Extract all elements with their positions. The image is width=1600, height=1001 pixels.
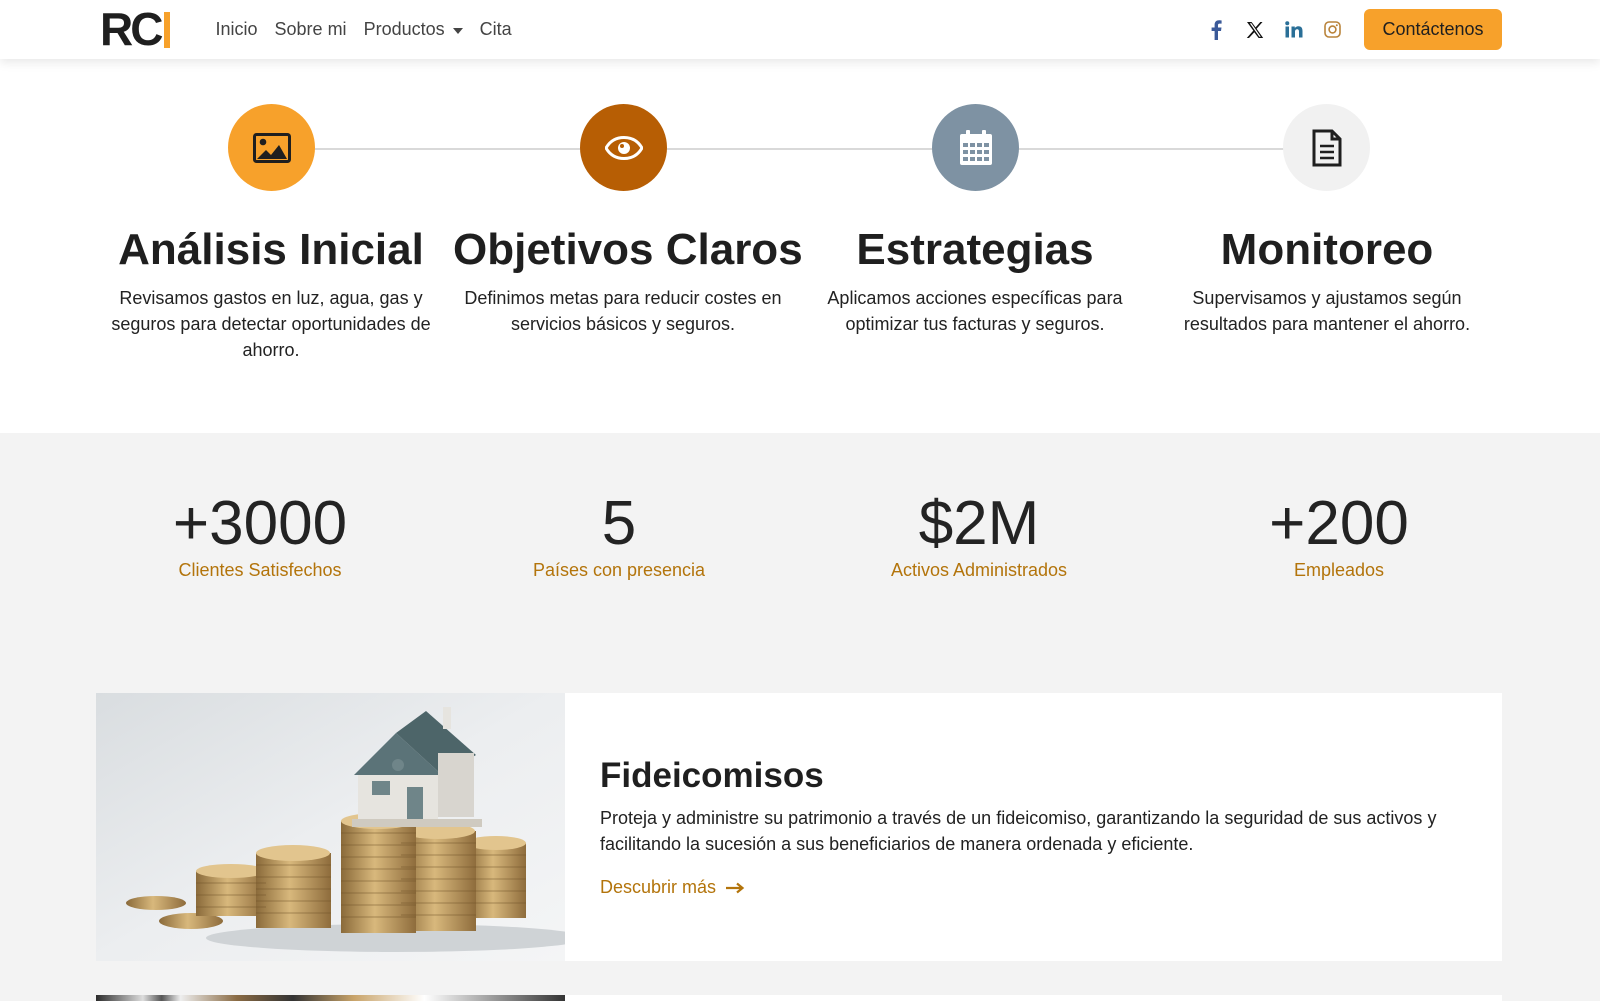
step-title-monitoreo: Monitoreo [1220,225,1434,274]
step-title-estrategias: Estrategias [856,225,1094,274]
stat-label: Países con presencia [532,560,706,580]
stat-value: $2M [918,489,1040,558]
x-icon[interactable] [1235,10,1274,49]
stat-activos: $2M Activos Administrados [829,488,1129,581]
facebook-icon[interactable] [1196,10,1235,49]
step-text-estrategias: Aplicamos acciones específicas para opti… [827,288,1123,334]
step-text-analisis: Revisamos gastos en luz, agua, gas y seg… [111,288,431,360]
step-title-analisis: Análisis Inicial [118,225,424,274]
card-description: Proteja y administre su patrimonio a tra… [600,808,1437,854]
brand-logo[interactable]: RC [100,3,171,55]
stat-label: Clientes Satisfechos [178,560,342,580]
process-steps-section: Análisis Inicial Objetivos Claros Estrat… [0,59,1600,433]
contact-button[interactable]: Contáctenos [1364,9,1502,50]
linkedin-icon[interactable] [1274,10,1313,49]
stat-label: Empleados [1293,560,1385,580]
image-icon [228,104,315,191]
stat-value: 5 [601,489,637,558]
arrow-right-icon [726,882,745,893]
card-title: Fideicomisos [600,756,824,795]
stat-label: Activos Administrados [890,560,1068,580]
discover-more-link[interactable]: Descubrir más [600,877,745,898]
nav-link-cita[interactable]: Cita [471,19,520,40]
stat-empleados: +200 Empleados [1189,488,1489,581]
main-nav: Inicio Sobre mi Productos Cita [207,0,520,59]
steps-connector-line [271,148,1326,150]
document-icon [1283,104,1370,191]
nav-link-productos[interactable]: Productos [355,19,471,40]
step-text-objetivos: Definimos metas para reducir costes en s… [464,288,782,334]
house-coins-image [96,693,565,961]
nav-link-productos-label: Productos [363,19,445,39]
instagram-icon[interactable] [1313,10,1352,49]
nav-link-sobre-mi[interactable]: Sobre mi [266,19,355,40]
nav-link-inicio[interactable]: Inicio [207,19,266,40]
eye-icon [580,104,667,191]
discover-more-label: Descubrir más [600,877,717,897]
navbar: RC Inicio Sobre mi Productos Cita Contác… [0,0,1600,59]
step-title-objetivos: Objetivos Claros [453,225,803,274]
stat-value: +3000 [172,489,348,558]
stat-clientes: +3000 Clientes Satisfechos [110,488,410,581]
stat-paises: 5 Países con presencia [469,488,769,581]
product-card-next [96,995,1502,1001]
stat-value: +200 [1269,489,1409,558]
product-card-next-image [96,995,565,1001]
step-text-monitoreo: Supervisamos y ajustamos según resultado… [1183,288,1471,334]
chevron-down-icon [452,27,463,34]
logo-bar [164,12,171,48]
calendar-icon [932,104,1019,191]
social-links [1196,0,1352,59]
logo-text: RC [100,3,163,55]
product-card-fideicomisos: Fideicomisos Proteja y administre su pat… [96,693,1502,961]
